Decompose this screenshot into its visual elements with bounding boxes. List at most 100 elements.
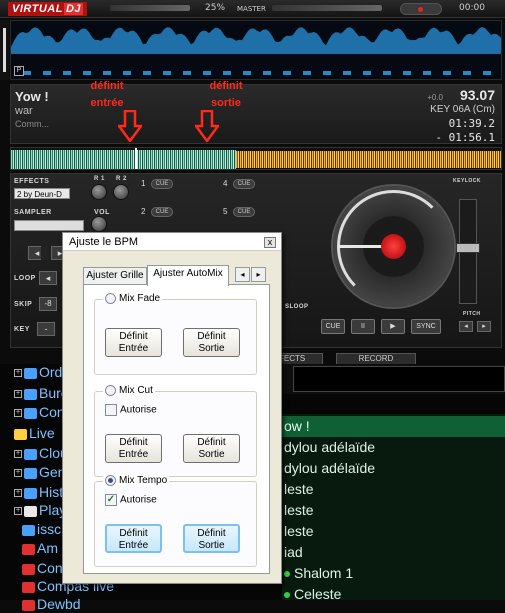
folder-icon bbox=[22, 581, 35, 593]
jog-wheel[interactable] bbox=[331, 184, 456, 309]
song-row[interactable]: leste bbox=[282, 500, 505, 521]
beat-marker bbox=[403, 71, 411, 75]
cue-number-4: 4 bbox=[223, 179, 228, 188]
tree-item[interactable]: + Ordi bbox=[14, 364, 65, 381]
mix-tempo-autorise[interactable]: ✓ Autorise bbox=[105, 494, 157, 506]
effect-knob-2[interactable] bbox=[113, 184, 129, 200]
song-row[interactable]: Celeste bbox=[282, 584, 505, 605]
mix-cut-autorise-checkbox[interactable] bbox=[105, 404, 117, 416]
tree-item-label: Am bbox=[37, 540, 58, 556]
mix-cut-legend[interactable]: Mix Cut bbox=[103, 385, 155, 397]
tree-item[interactable]: + Gen bbox=[14, 464, 65, 481]
song-title: ow ! bbox=[284, 418, 310, 434]
cue-button-2[interactable]: CUE bbox=[151, 207, 173, 217]
tree-item[interactable]: + Con bbox=[14, 404, 65, 421]
song-title: Shalom 1 bbox=[294, 565, 354, 581]
scratch-waveform[interactable] bbox=[10, 147, 502, 170]
cue-transport-button[interactable]: CUE bbox=[321, 319, 345, 334]
sampler-select[interactable] bbox=[14, 220, 84, 231]
tree-item[interactable]: Con bbox=[22, 560, 63, 577]
pitch-slider[interactable] bbox=[456, 199, 480, 304]
computer-icon bbox=[24, 367, 37, 379]
deck-mode-icon[interactable]: P bbox=[14, 66, 24, 76]
tree-item[interactable]: Live bbox=[14, 425, 55, 442]
key-minus-button[interactable]: - bbox=[37, 322, 55, 336]
song-row[interactable]: leste bbox=[282, 479, 505, 500]
expand-icon[interactable]: + bbox=[14, 390, 22, 399]
song-row[interactable]: ow ! bbox=[282, 416, 505, 437]
pitch-slider-handle[interactable] bbox=[456, 243, 480, 253]
beat-marker bbox=[323, 71, 331, 75]
expand-icon[interactable]: + bbox=[14, 507, 22, 516]
skip-back-button[interactable]: -8 bbox=[39, 297, 57, 311]
tree-item[interactable]: + Clou bbox=[14, 445, 68, 462]
song-row[interactable]: leste bbox=[282, 521, 505, 542]
close-button[interactable]: x bbox=[264, 237, 276, 248]
expand-icon[interactable]: + bbox=[14, 489, 22, 498]
mix-fade-legend[interactable]: Mix Fade bbox=[103, 293, 163, 305]
cue-button-5[interactable]: CUE bbox=[233, 207, 255, 217]
annotation-definit-sortie: définit sortie bbox=[209, 80, 243, 109]
tab-ajuster-automix[interactable]: Ajuster AutoMix bbox=[147, 265, 229, 286]
play-button[interactable]: ▶ bbox=[381, 319, 405, 334]
tab-scroll-right-icon[interactable]: ▸ bbox=[251, 267, 266, 282]
tree-item[interactable]: issc bbox=[22, 521, 61, 538]
beat-marker bbox=[263, 71, 271, 75]
song-row[interactable]: Shalom 1 bbox=[282, 563, 505, 584]
song-row[interactable]: dylou adélaïde bbox=[282, 437, 505, 458]
dialog-titlebar[interactable]: Ajuste le BPM x bbox=[63, 233, 281, 251]
beat-marker bbox=[383, 71, 391, 75]
mix-cut-autorise-label: Autorise bbox=[120, 404, 157, 416]
mix-fade-definit-sortie-button[interactable]: Définit Sortie bbox=[183, 328, 240, 357]
pitch-bend-down-button[interactable]: ◂ bbox=[459, 321, 473, 332]
mix-cut-radio[interactable] bbox=[105, 385, 116, 396]
expand-icon[interactable]: + bbox=[14, 469, 22, 478]
mix-cut-autorise[interactable]: Autorise bbox=[105, 404, 157, 416]
record-indicator[interactable] bbox=[400, 3, 442, 15]
song-row[interactable]: iad bbox=[282, 542, 505, 563]
pitch-bend-up-button[interactable]: ▸ bbox=[477, 321, 491, 332]
mix-cut-definit-entree-button[interactable]: Définit Entrée bbox=[105, 434, 162, 463]
effect-knob-1[interactable] bbox=[91, 184, 107, 200]
search-input[interactable] bbox=[293, 366, 505, 392]
network-icon bbox=[22, 524, 35, 536]
tab-ajuster-grille[interactable]: Ajuster Grille bbox=[83, 267, 147, 285]
mix-tempo-label: Mix Tempo bbox=[119, 475, 168, 487]
song-list: ow ! dylou adélaïde dylou adélaïde leste les… bbox=[282, 414, 505, 602]
beat-marker bbox=[203, 71, 211, 75]
folder-icon bbox=[14, 428, 27, 440]
pause-button[interactable]: II bbox=[351, 319, 375, 334]
mix-tempo-definit-entree-button[interactable]: Définit Entrée bbox=[105, 524, 162, 553]
tree-item[interactable]: Am bbox=[22, 540, 58, 557]
beat-marker bbox=[23, 71, 31, 75]
mix-tempo-radio[interactable] bbox=[105, 475, 116, 486]
mix-tempo-legend[interactable]: Mix Tempo bbox=[103, 475, 170, 487]
tree-item[interactable]: + Bure bbox=[14, 385, 69, 402]
effect-select[interactable]: 2 by Deun-D bbox=[14, 188, 70, 199]
tree-item[interactable]: Dewbd bbox=[22, 596, 81, 613]
sync-button[interactable]: SYNC bbox=[411, 319, 441, 334]
waveform-played-section bbox=[11, 150, 236, 169]
sampler-vol-knob[interactable] bbox=[91, 216, 107, 232]
expand-icon[interactable]: + bbox=[14, 409, 22, 418]
expand-icon[interactable]: + bbox=[14, 369, 22, 378]
mix-fade-definit-entree-button[interactable]: Définit Entrée bbox=[105, 328, 162, 357]
beat-marker bbox=[303, 71, 311, 75]
beat-marker bbox=[223, 71, 231, 75]
mix-cut-label: Mix Cut bbox=[119, 385, 153, 397]
song-row[interactable]: dylou adélaïde bbox=[282, 458, 505, 479]
mix-cut-definit-sortie-button[interactable]: Définit Sortie bbox=[183, 434, 240, 463]
mix-fade-radio[interactable] bbox=[105, 293, 116, 304]
cue-button-4[interactable]: CUE bbox=[233, 179, 255, 189]
tab-scroll-left-icon[interactable]: ◂ bbox=[235, 267, 250, 282]
cue-button-1[interactable]: CUE bbox=[151, 179, 173, 189]
loop-prev-button[interactable]: ◂ bbox=[39, 271, 57, 285]
annotation-definit-entree: définit entrée bbox=[90, 80, 124, 109]
cpu-percent: 25% bbox=[205, 3, 226, 13]
expand-icon[interactable]: + bbox=[14, 450, 22, 459]
annotation-arrow-entree-icon bbox=[118, 110, 142, 142]
song-overview-waveform[interactable] bbox=[10, 20, 502, 80]
mix-tempo-autorise-checkbox[interactable]: ✓ bbox=[105, 494, 117, 506]
mix-tempo-definit-sortie-button[interactable]: Définit Sortie bbox=[183, 524, 240, 553]
tree-item[interactable]: + Play bbox=[14, 502, 66, 519]
